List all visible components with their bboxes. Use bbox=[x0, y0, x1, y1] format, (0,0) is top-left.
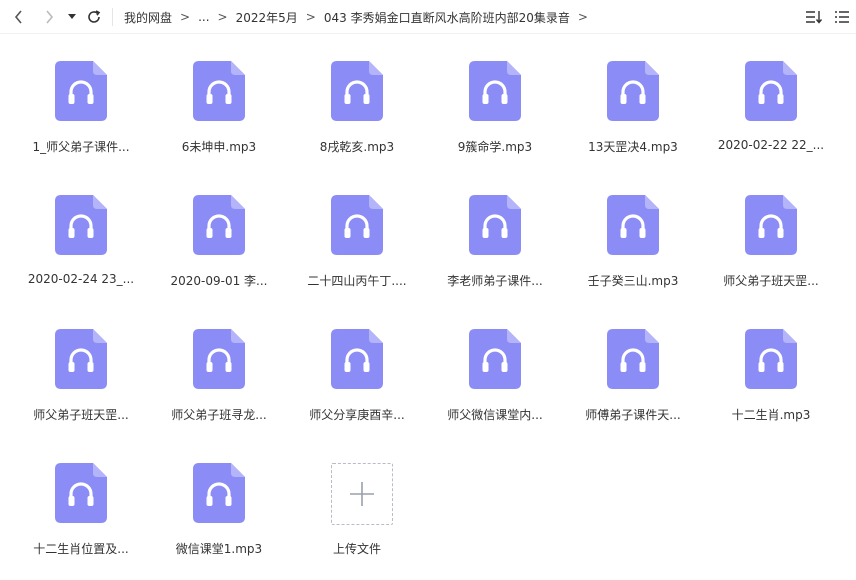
file-item[interactable]: 师父微信课堂内... bbox=[426, 303, 564, 433]
audio-file-icon bbox=[745, 329, 797, 389]
upload-label: 上传文件 bbox=[332, 542, 381, 556]
list-view-icon bbox=[835, 11, 849, 23]
breadcrumb-item[interactable]: 2022年5月 bbox=[236, 9, 298, 26]
file-name: 师父微信课堂内... bbox=[447, 408, 543, 422]
file-name: 9簇命学.mp3 bbox=[457, 140, 533, 154]
audio-file-icon bbox=[745, 61, 797, 121]
audio-file-icon bbox=[193, 329, 245, 389]
audio-file-icon bbox=[55, 61, 107, 121]
breadcrumb-item[interactable]: 我的网盘 bbox=[124, 9, 172, 26]
audio-file-icon bbox=[331, 61, 383, 121]
upload-box bbox=[331, 463, 393, 525]
audio-file-icon bbox=[193, 61, 245, 121]
audio-file-icon bbox=[331, 195, 383, 255]
audio-file-icon bbox=[55, 463, 107, 523]
file-item[interactable]: 师父弟子班寻龙... bbox=[150, 303, 288, 433]
audio-file-icon bbox=[193, 463, 245, 523]
list-view-button[interactable] bbox=[830, 0, 854, 34]
file-item[interactable]: 李老师弟子课件... bbox=[426, 169, 564, 299]
forward-button[interactable] bbox=[38, 0, 60, 34]
file-item[interactable]: 微信课堂1.mp3 bbox=[150, 437, 288, 567]
file-item[interactable]: 13天罡决4.mp3 bbox=[564, 35, 702, 165]
file-item[interactable]: 十二生肖.mp3 bbox=[702, 303, 840, 433]
file-name: 二十四山丙午丁.... bbox=[307, 274, 407, 288]
toolbar-divider bbox=[112, 8, 113, 26]
audio-file-icon bbox=[331, 329, 383, 389]
file-name: 2020-09-01 李... bbox=[170, 274, 268, 288]
audio-file-icon bbox=[469, 195, 521, 255]
audio-file-icon bbox=[607, 329, 659, 389]
file-name: 壬子癸三山.mp3 bbox=[587, 274, 679, 288]
audio-file-icon bbox=[607, 61, 659, 121]
file-name: 师傅弟子课件天... bbox=[585, 408, 681, 422]
audio-file-icon bbox=[745, 195, 797, 255]
breadcrumb-separator: > bbox=[305, 10, 316, 24]
breadcrumb-separator: > bbox=[577, 10, 588, 24]
file-item[interactable]: 师父弟子班天罡... bbox=[12, 303, 150, 433]
file-name: 师父弟子班天罡... bbox=[33, 408, 129, 422]
file-item[interactable]: 十二生肖位置及... bbox=[12, 437, 150, 567]
audio-file-icon bbox=[469, 329, 521, 389]
file-item[interactable]: 壬子癸三山.mp3 bbox=[564, 169, 702, 299]
file-item[interactable]: 2020-02-22 22_... bbox=[702, 35, 840, 165]
file-name: 师父弟子班天罡... bbox=[723, 274, 819, 288]
file-name: 李老师弟子课件... bbox=[447, 274, 543, 288]
file-item[interactable]: 6未坤申.mp3 bbox=[150, 35, 288, 165]
plus-icon bbox=[350, 482, 374, 506]
breadcrumb-item[interactable]: ... bbox=[198, 10, 209, 24]
file-item[interactable]: 2020-09-01 李... bbox=[150, 169, 288, 299]
back-button[interactable] bbox=[8, 0, 30, 34]
file-item[interactable]: 师傅弟子课件天... bbox=[564, 303, 702, 433]
refresh-icon bbox=[88, 10, 101, 23]
file-name: 十二生肖.mp3 bbox=[731, 408, 811, 422]
file-name: 微信课堂1.mp3 bbox=[175, 542, 263, 556]
sort-button[interactable] bbox=[802, 0, 826, 34]
file-item[interactable]: 1_师父弟子课件... bbox=[12, 35, 150, 165]
file-name: 13天罡决4.mp3 bbox=[588, 140, 678, 154]
file-item[interactable]: 师父弟子班天罡... bbox=[702, 169, 840, 299]
breadcrumb-separator: > bbox=[180, 10, 191, 24]
breadcrumb-item-current[interactable]: 043 李秀娟金口直断风水高阶班内部20集录音 bbox=[324, 9, 570, 26]
sort-icon bbox=[806, 11, 823, 24]
history-dropdown-button[interactable] bbox=[64, 0, 80, 34]
caret-down-icon bbox=[68, 14, 76, 19]
file-name: 师父弟子班寻龙... bbox=[171, 408, 267, 422]
file-item[interactable]: 二十四山丙午丁.... bbox=[288, 169, 426, 299]
audio-file-icon bbox=[55, 195, 107, 255]
audio-file-icon bbox=[607, 195, 659, 255]
refresh-button[interactable] bbox=[84, 0, 104, 34]
file-item[interactable]: 2020-02-24 23_... bbox=[12, 169, 150, 299]
chevron-left-icon bbox=[14, 10, 22, 24]
file-name: 6未坤申.mp3 bbox=[181, 140, 257, 154]
breadcrumb: 我的网盘 > ... > 2022年5月 > 043 李秀娟金口直断风水高阶班内… bbox=[124, 0, 596, 34]
file-name: 2020-02-22 22_... bbox=[717, 138, 825, 152]
upload-file-button[interactable]: 上传文件 bbox=[288, 437, 426, 567]
toolbar: 我的网盘 > ... > 2022年5月 > 043 李秀娟金口直断风水高阶班内… bbox=[0, 0, 856, 34]
file-item[interactable]: 师父分享庚酉辛... bbox=[288, 303, 426, 433]
file-name: 师父分享庚酉辛... bbox=[309, 408, 405, 422]
file-item[interactable]: 8戌乾亥.mp3 bbox=[288, 35, 426, 165]
audio-file-icon bbox=[469, 61, 521, 121]
file-item[interactable]: 9簇命学.mp3 bbox=[426, 35, 564, 165]
audio-file-icon bbox=[55, 329, 107, 389]
file-name: 1_师父弟子课件... bbox=[32, 140, 130, 154]
audio-file-icon bbox=[193, 195, 245, 255]
breadcrumb-separator: > bbox=[217, 10, 228, 24]
file-name: 2020-02-24 23_... bbox=[27, 272, 135, 286]
file-name: 十二生肖位置及... bbox=[33, 542, 129, 556]
chevron-right-icon bbox=[46, 10, 54, 24]
file-name: 8戌乾亥.mp3 bbox=[319, 140, 395, 154]
